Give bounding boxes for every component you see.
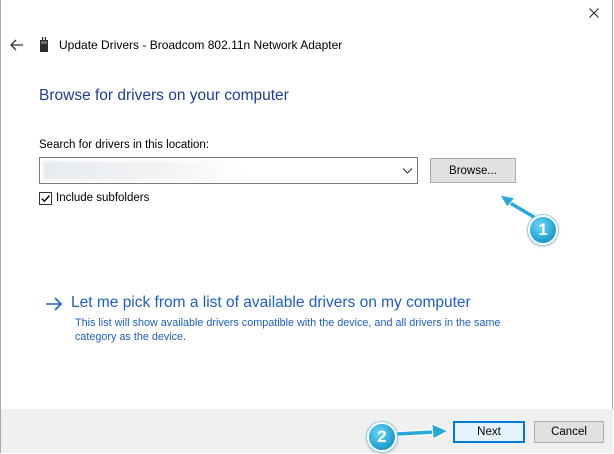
include-subfolders-checkbox[interactable] <box>39 191 52 205</box>
browse-button[interactable]: Browse... <box>430 158 516 183</box>
pick-from-list-description: This list will show available drivers co… <box>75 317 501 343</box>
page-heading: Browse for drivers on your computer <box>39 87 289 104</box>
update-drivers-window: Update Drivers - Broadcom 802.11n Networ… <box>0 0 613 453</box>
arrow-right-icon <box>46 297 63 311</box>
include-subfolders-option[interactable]: Include subfolders <box>39 191 149 205</box>
include-subfolders-label: Include subfolders <box>56 192 150 204</box>
pick-from-list-link-text[interactable]: Let me pick from a list of available dri… <box>71 292 471 314</box>
cancel-button[interactable]: Cancel <box>534 421 604 443</box>
pick-from-list-link[interactable]: Let me pick from a list of available dri… <box>45 292 471 314</box>
close-icon <box>589 8 599 18</box>
search-location-label: Search for drivers in this location: <box>39 139 210 151</box>
checkmark-icon <box>41 194 50 202</box>
driver-path-combobox[interactable] <box>39 157 418 184</box>
annotation-arrow-2 <box>395 423 450 440</box>
window-title: Update Drivers - Broadcom 802.11n Networ… <box>59 38 343 52</box>
driver-path-value[interactable] <box>43 161 243 180</box>
close-button[interactable] <box>584 4 604 22</box>
back-button[interactable] <box>9 37 25 53</box>
network-adapter-icon <box>40 37 48 52</box>
next-button[interactable]: Next <box>453 421 525 443</box>
annotation-badge-1: 1 <box>528 215 558 245</box>
chevron-down-icon[interactable] <box>402 165 413 176</box>
back-arrow-icon <box>10 39 23 51</box>
annotation-badge-2: 2 <box>367 422 397 452</box>
